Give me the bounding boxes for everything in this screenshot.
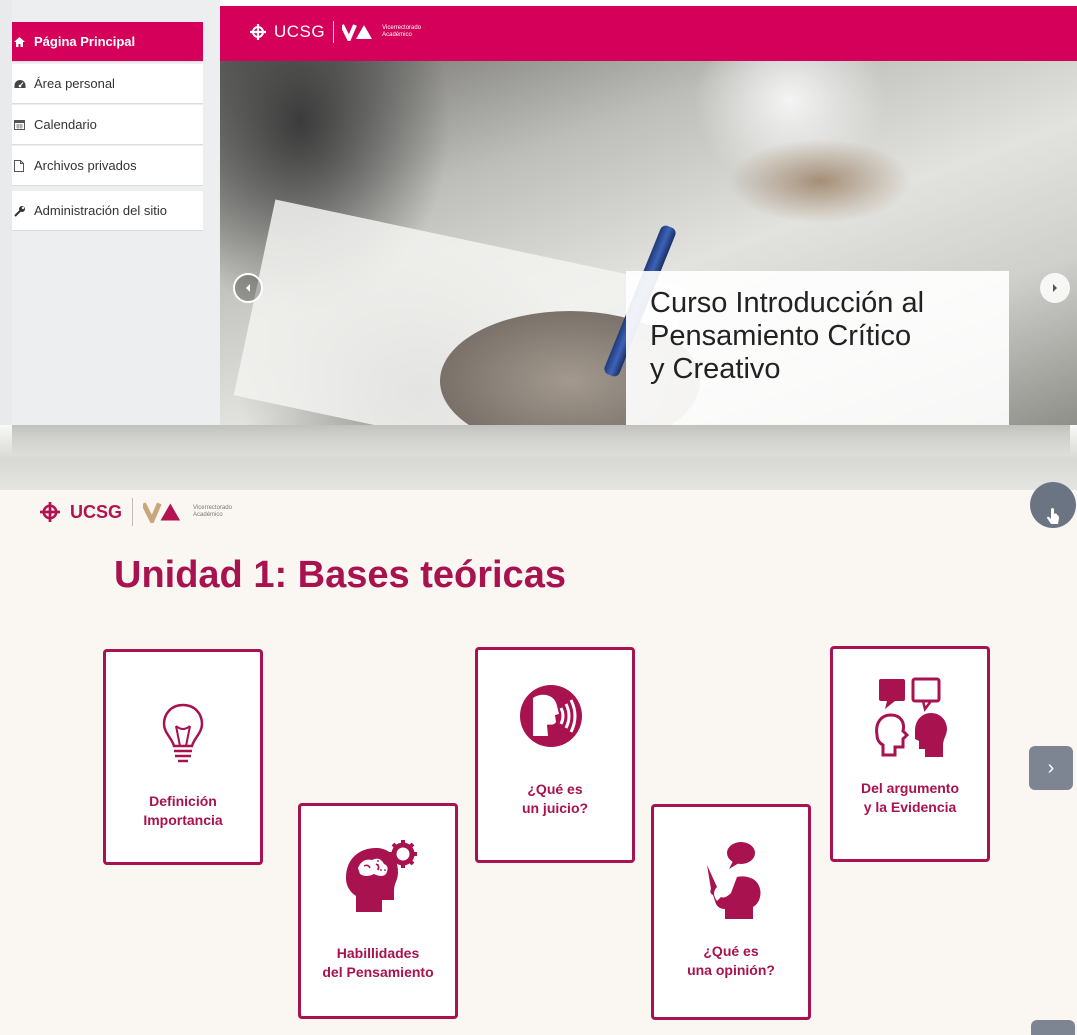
card-label-line: ¿Qué es (527, 781, 583, 797)
dialogue-heads-icon (833, 673, 987, 765)
card-label-line: Definición (149, 793, 217, 809)
card-label-line: ¿Qué es (703, 943, 759, 959)
touch-help-button[interactable] (1030, 482, 1076, 528)
hand-pointer-icon (1047, 508, 1059, 524)
caption-line: Curso Introducción al (650, 287, 925, 319)
sidebar-item-label: Archivos privados (34, 158, 137, 173)
unit-logo: UCSG Vicerrectorado Académico (40, 498, 232, 526)
brain-gear-icon (301, 834, 455, 920)
sidebar-item-label: Administración del sitio (34, 203, 167, 218)
card-opinion[interactable]: ¿Qué es una opinión? (651, 804, 811, 1020)
card-label-line: Importancia (143, 812, 223, 828)
chevron-left-icon (246, 284, 250, 292)
card-juicio[interactable]: ¿Qué es un juicio? (475, 647, 635, 863)
lightbulb-icon (106, 702, 260, 764)
left-edge (0, 0, 12, 425)
chevron-right-icon (1053, 284, 1057, 292)
card-label-line: del Pensamiento (322, 964, 434, 980)
sidebar-item-private-files[interactable]: Archivos privados (12, 146, 203, 186)
sidebar-item-calendar[interactable]: Calendario (12, 105, 203, 145)
logo-divider (333, 21, 335, 43)
card-label-line: una opinión? (687, 962, 775, 978)
brand-bar: UCSG Vicerrectorado Académico (220, 6, 1077, 61)
card-label-line: y la Evidencia (863, 799, 957, 815)
unit-slide: UCSG Vicerrectorado Académico Unidad 1: … (0, 482, 1077, 1035)
caption-line: y Creativo (650, 353, 781, 385)
slide-next-button[interactable]: › (1029, 746, 1073, 790)
ucsg-cross-icon (250, 24, 266, 40)
banner-shadow (12, 425, 1070, 455)
wrench-icon (14, 205, 34, 217)
carousel-prev-button[interactable] (233, 273, 263, 303)
slide-bottom-button[interactable] (1031, 1020, 1075, 1035)
university-logo: UCSG Vicerrectorado Académico (250, 21, 421, 43)
chevron-right-icon: › (1047, 756, 1055, 779)
course-banner: UCSG Vicerrectorado Académico Curso Intr… (220, 0, 1077, 425)
sidebar-item-site-admin[interactable]: Administración del sitio (12, 191, 203, 231)
card-definicion[interactable]: Definición Importancia (103, 649, 263, 865)
ucsg-cross-icon (40, 502, 60, 522)
sidebar-item-home[interactable]: Página Principal (12, 22, 203, 62)
course-caption: Curso Introducción al Pensamiento Crític… (626, 271, 1009, 425)
unit-title: Unidad 1: Bases teóricas (114, 554, 566, 596)
va-logo-icon (342, 24, 373, 41)
carousel-next-button[interactable] (1040, 273, 1070, 303)
card-label-line: Del argumento (860, 780, 959, 796)
sidebar-item-label: Página Principal (34, 34, 136, 49)
va-wordmark: Vicerrectorado Académico (382, 25, 422, 38)
card-argumento[interactable]: Del argumento y la Evidencia (830, 646, 990, 862)
top-panel: Página Principal Área personal Calendari… (0, 0, 1077, 490)
sidebar-item-label: Calendario (34, 117, 97, 132)
ucsg-wordmark: UCSG (274, 22, 326, 41)
card-label-line: un juicio? (521, 800, 589, 816)
card-habilidades[interactable]: Habillidades del Pensamiento (298, 803, 458, 1019)
sidebar-item-label: Área personal (34, 76, 115, 91)
card-label-line: Habillidades (336, 945, 420, 961)
home-icon (14, 36, 34, 47)
speaking-head-icon (478, 684, 632, 748)
va-logo-icon (143, 502, 181, 523)
sidebar: Página Principal Área personal Calendari… (12, 0, 220, 425)
file-icon (14, 159, 34, 172)
va-wordmark: Vicerrectorado Académico (193, 505, 232, 518)
logo-divider (132, 498, 134, 526)
opinion-head-icon (654, 837, 808, 923)
dashboard-icon (14, 79, 34, 89)
caption-line: Pensamiento Crítico (650, 320, 912, 352)
sidebar-item-dashboard[interactable]: Área personal (12, 64, 203, 104)
calendar-icon (14, 119, 34, 130)
ucsg-wordmark: UCSG (70, 501, 123, 522)
